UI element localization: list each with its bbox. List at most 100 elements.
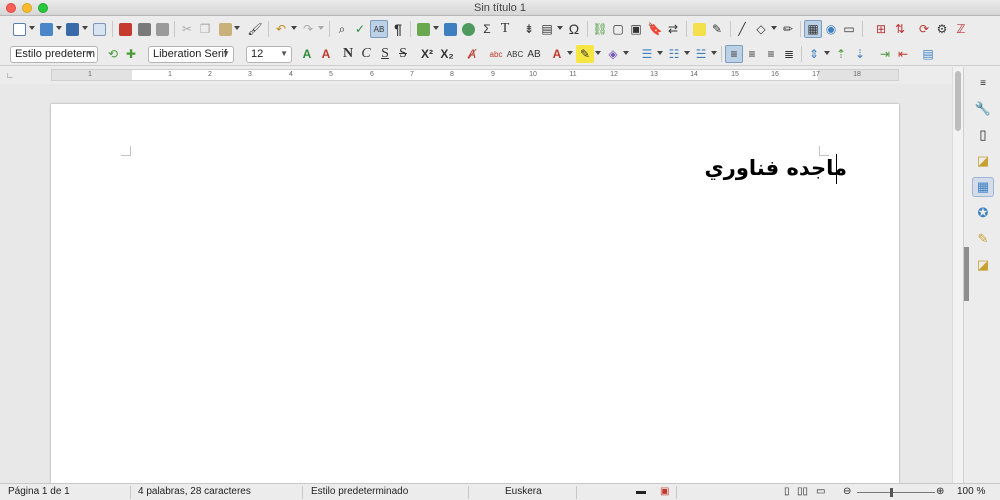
highlight-dropdown-arrow[interactable] bbox=[595, 51, 601, 55]
bullets-icon[interactable]: ☰ bbox=[638, 45, 656, 63]
font-size-select[interactable]: 12 ▼ bbox=[246, 46, 292, 63]
document-text[interactable]: ماجده فناوري bbox=[705, 156, 847, 180]
redo-dropdown-arrow[interactable] bbox=[318, 26, 324, 30]
document-page[interactable]: ماجده فناوري bbox=[51, 104, 899, 483]
clone-formatting-icon[interactable]: 🖌 bbox=[246, 20, 264, 38]
document-workspace[interactable]: ماجده فناوري bbox=[0, 84, 952, 483]
page-style-status[interactable]: Estilo predeterminado bbox=[311, 486, 408, 497]
spelling-icon[interactable]: ✓ bbox=[351, 20, 369, 38]
outline-dropdown-arrow[interactable] bbox=[711, 51, 717, 55]
zoom-in-icon[interactable]: ⊕ bbox=[936, 486, 944, 497]
line-icon[interactable]: ╱ bbox=[733, 20, 751, 38]
background-color-icon[interactable]: ◈ bbox=[604, 45, 622, 63]
undo-icon[interactable]: ↶ bbox=[272, 20, 290, 38]
vertical-scrollbar[interactable] bbox=[952, 67, 963, 483]
basic-shapes-icon[interactable]: ◇ bbox=[752, 20, 770, 38]
save-icon[interactable] bbox=[63, 20, 81, 38]
font-color-dropdown-arrow[interactable] bbox=[567, 51, 573, 55]
styles-icon[interactable]: ◪ bbox=[972, 151, 994, 171]
decrease-indent-icon[interactable]: ⇤ bbox=[894, 45, 912, 63]
gallery-icon[interactable]: ▦ bbox=[972, 177, 994, 197]
horizontal-ruler[interactable]: 1 1 2 3 4 5 6 7 8 9 10 11 12 13 14 15 16 17 18 bbox=[51, 69, 899, 81]
save-dropdown-arrow[interactable] bbox=[82, 26, 88, 30]
paragraph-style-select[interactable]: Estilo predeterm ▼ bbox=[10, 46, 98, 63]
design-icon[interactable]: ◪ bbox=[972, 255, 994, 275]
formatting-marks-button[interactable]: ¶ bbox=[389, 20, 407, 38]
increase-indent-icon[interactable]: ⇥ bbox=[876, 45, 894, 63]
undo-dropdown-arrow[interactable] bbox=[291, 26, 297, 30]
word-count-status[interactable]: 4 palabras, 28 caracteres bbox=[138, 486, 251, 497]
insert-field-box-icon[interactable]: ▤ bbox=[538, 20, 556, 38]
properties-wrench-icon[interactable]: 🔧 bbox=[972, 99, 994, 119]
scrollbar-thumb[interactable] bbox=[955, 71, 961, 131]
strikethrough-button[interactable]: S bbox=[394, 45, 412, 63]
numbering-icon[interactable]: ☷ bbox=[665, 45, 683, 63]
multi-page-view-icon[interactable]: ▯▯ bbox=[797, 486, 808, 497]
align-left-icon[interactable]: ≡ bbox=[725, 45, 743, 63]
sort-icon[interactable]: ⇅ bbox=[891, 20, 909, 38]
zz-icon[interactable]: ℤ bbox=[952, 20, 970, 38]
shapes-dropdown-arrow[interactable] bbox=[771, 26, 777, 30]
field-dropdown-arrow[interactable] bbox=[557, 26, 563, 30]
macro-icon[interactable]: ⟳ bbox=[915, 20, 933, 38]
decrease-paragraph-spacing-icon[interactable]: ⇣ bbox=[851, 45, 869, 63]
shrink-font-icon[interactable]: A bbox=[317, 45, 335, 63]
language-status[interactable]: Euskera bbox=[505, 486, 542, 497]
redo-icon[interactable]: ↷ bbox=[299, 20, 317, 38]
cross-reference-icon[interactable]: ⇄ bbox=[664, 20, 682, 38]
insert-chart-icon[interactable] bbox=[459, 20, 477, 38]
new-dropdown-arrow[interactable] bbox=[29, 26, 35, 30]
single-page-view-icon[interactable]: ▯ bbox=[784, 486, 790, 497]
new-document-icon[interactable] bbox=[10, 20, 28, 38]
numbering-dropdown-arrow[interactable] bbox=[684, 51, 690, 55]
email-icon[interactable] bbox=[90, 20, 108, 38]
hyperlink-icon[interactable]: ⛓ bbox=[591, 20, 609, 38]
settings-gear-icon[interactable]: ⚙ bbox=[933, 20, 951, 38]
footnote-icon[interactable]: ▢ bbox=[609, 20, 627, 38]
case-icon[interactable]: ABC bbox=[506, 45, 524, 63]
zoom-out-icon[interactable]: ⊖ bbox=[843, 486, 851, 497]
bold-button[interactable]: N bbox=[339, 45, 357, 63]
open-dropdown-arrow[interactable] bbox=[56, 26, 62, 30]
navigator-toggle-icon[interactable]: ◉ bbox=[822, 20, 840, 38]
align-center-icon[interactable]: ≡ bbox=[743, 45, 761, 63]
page-icon[interactable]: ▯ bbox=[972, 125, 994, 145]
superscript-button[interactable]: X² bbox=[418, 45, 436, 63]
table-dropdown-arrow[interactable] bbox=[433, 26, 439, 30]
background-dropdown-arrow[interactable] bbox=[623, 51, 629, 55]
find-replace-icon[interactable]: ⌕ bbox=[333, 20, 351, 38]
increase-paragraph-spacing-icon[interactable]: ⇡ bbox=[832, 45, 850, 63]
selection-mode-icon[interactable]: ▬ bbox=[636, 486, 646, 497]
print-icon[interactable] bbox=[135, 20, 153, 38]
toggle-page-view-icon[interactable]: ▦ bbox=[804, 20, 822, 38]
insert-image-icon[interactable] bbox=[441, 20, 459, 38]
data-sources-icon[interactable]: ⊞ bbox=[872, 20, 890, 38]
tab-stop-selector-icon[interactable]: ∟ bbox=[6, 71, 14, 80]
bullets-dropdown-arrow[interactable] bbox=[657, 51, 663, 55]
font-name-select[interactable]: Liberation Serif ▼ bbox=[148, 46, 234, 63]
insert-field-icon[interactable]: Σ bbox=[478, 20, 496, 38]
paragraph-dialog-icon[interactable]: ▤ bbox=[919, 45, 937, 63]
print-preview-icon[interactable] bbox=[153, 20, 171, 38]
align-right-icon[interactable]: ≡ bbox=[762, 45, 780, 63]
line-spacing-dropdown-arrow[interactable] bbox=[824, 51, 830, 55]
paste-dropdown-arrow[interactable] bbox=[234, 26, 240, 30]
insert-table-icon[interactable] bbox=[414, 20, 432, 38]
comment-icon[interactable] bbox=[690, 20, 708, 38]
sidebar-collapse-handle[interactable] bbox=[964, 247, 969, 301]
text-box-icon[interactable]: T bbox=[496, 20, 514, 38]
new-style-icon[interactable]: ✚ bbox=[122, 45, 140, 63]
page-count-status[interactable]: Página 1 de 1 bbox=[8, 486, 70, 497]
track-changes-icon[interactable]: ✎ bbox=[708, 20, 726, 38]
frame-icon[interactable]: ▭ bbox=[840, 20, 858, 38]
navigator-compass-icon[interactable]: ✪ bbox=[972, 203, 994, 223]
update-style-icon[interactable]: ⟲ bbox=[104, 45, 122, 63]
character-icon[interactable]: abc bbox=[487, 45, 505, 63]
draw-functions-icon[interactable]: ✏ bbox=[779, 20, 797, 38]
page-break-icon[interactable]: ⇟ bbox=[520, 20, 538, 38]
document-modified-icon[interactable]: ▣ bbox=[660, 486, 669, 497]
zoom-level-status[interactable]: 100 % bbox=[957, 486, 985, 497]
shadow-icon[interactable]: AB bbox=[525, 45, 543, 63]
endnote-icon[interactable]: ▣ bbox=[627, 20, 645, 38]
manage-changes-icon[interactable]: ✎ bbox=[972, 229, 994, 249]
